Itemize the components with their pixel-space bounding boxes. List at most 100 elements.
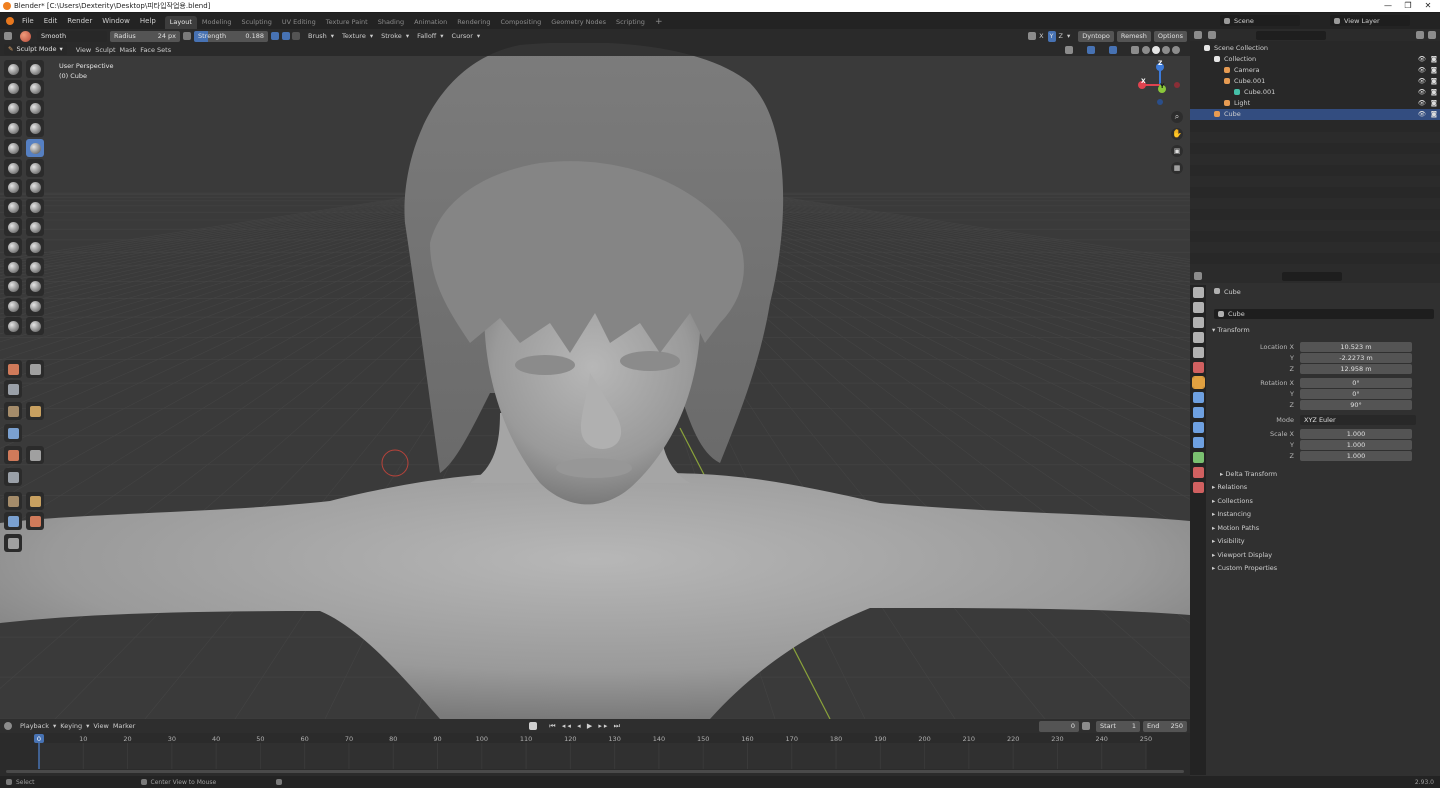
xray-toggle-icon[interactable] <box>1131 45 1139 54</box>
visibility-eye-icon[interactable]: 👁 <box>1418 98 1426 109</box>
multires-displacement-smear-icon[interactable] <box>26 360 44 378</box>
outliner-search-input[interactable] <box>1256 30 1326 40</box>
tab-sculpting[interactable]: Sculpting <box>236 16 276 29</box>
mesh-filter-tool-icon[interactable] <box>4 492 22 510</box>
properties-tab-9-icon[interactable] <box>1192 422 1204 433</box>
grab-brush-icon[interactable] <box>26 198 44 217</box>
stroke-menu[interactable]: Stroke <box>381 32 402 40</box>
properties-tab-2-icon[interactable] <box>1192 317 1204 328</box>
brush-name-field[interactable]: Smooth <box>37 30 107 42</box>
slide-relax-brush-icon[interactable] <box>4 277 22 296</box>
timeline-ruler[interactable]: 10 20 30 40 50 60 70 80 90 100 110 120 130 140 150 160 1… <box>0 733 1190 776</box>
close-button[interactable]: ✕ <box>1418 0 1438 12</box>
panel-motion-paths[interactable]: ▸ Motion Paths <box>1212 524 1259 532</box>
tab-layout[interactable]: Layout <box>164 15 197 29</box>
timeline-scrollbar[interactable] <box>6 770 1184 773</box>
properties-tab-13-icon[interactable] <box>1192 482 1204 493</box>
overlay-toggle-icon[interactable] <box>1109 45 1117 54</box>
symmetry-y-toggle[interactable]: Y <box>1047 30 1056 42</box>
shading-wireframe-icon[interactable] <box>1142 45 1150 54</box>
menu-file[interactable]: File <box>17 13 39 29</box>
box-face-set-tool-icon[interactable] <box>4 446 22 464</box>
rotate-brush-icon[interactable] <box>26 258 44 276</box>
tab-animation[interactable]: Animation <box>409 16 452 29</box>
shading-rendered-icon[interactable] <box>1172 45 1180 54</box>
delta-transform-panel[interactable]: ▸ Delta Transform <box>1220 470 1277 478</box>
rotation-mode-dropdown[interactable]: XYZ Euler <box>1300 415 1416 425</box>
brush-preview-icon[interactable] <box>20 30 31 42</box>
outliner-row[interactable]: Scene Collection <box>1190 43 1440 54</box>
pinch-brush-icon[interactable] <box>4 198 22 217</box>
clay-thumb-brush-icon[interactable] <box>4 99 22 118</box>
new-collection-icon[interactable] <box>1428 31 1436 39</box>
cloth-filter-tool-icon[interactable] <box>26 492 44 510</box>
menu-edit[interactable]: Edit <box>39 13 63 29</box>
properties-tab-3-icon[interactable] <box>1192 332 1204 343</box>
box-mask-tool-icon[interactable] <box>26 402 44 420</box>
radius-slider[interactable]: Radius 24 px <box>110 30 180 42</box>
render-toggle-icon[interactable]: ◙ <box>1431 65 1437 76</box>
panel-visibility[interactable]: ▸ Visibility <box>1212 537 1245 545</box>
preview-range-icon[interactable] <box>1082 722 1090 730</box>
scrape-brush-icon[interactable] <box>4 178 22 197</box>
thumb-brush-icon[interactable] <box>4 238 22 257</box>
tab-texture-paint[interactable]: Texture Paint <box>321 16 373 29</box>
add-workspace-button[interactable]: + <box>650 16 668 29</box>
properties-search-input[interactable] <box>1282 271 1342 281</box>
playback-controls[interactable]: ⏮ ◂◂ ◂ ▶ ▸▸ ⏭ <box>549 722 622 731</box>
timeline-editor-icon[interactable] <box>4 722 12 730</box>
filter-icon[interactable] <box>1416 31 1424 39</box>
paint-brush-icon[interactable] <box>4 380 22 398</box>
display-mode-icon[interactable] <box>1208 31 1216 39</box>
properties-tab-5-icon[interactable] <box>1192 362 1204 373</box>
shading-solid-icon[interactable] <box>1152 45 1160 54</box>
viewport-view-menu[interactable]: View <box>76 46 91 54</box>
outliner-row[interactable]: Cube.001 👁 ◙ <box>1190 76 1440 87</box>
brush-menu[interactable]: Brush <box>308 32 327 40</box>
multiplane-scrape-brush-icon[interactable] <box>26 178 44 197</box>
outliner-row[interactable]: Camera 👁 ◙ <box>1190 65 1440 76</box>
viewport-sculpt-menu[interactable]: Sculpt <box>95 46 115 54</box>
texture-menu[interactable]: Texture <box>342 32 366 40</box>
color-filter-tool-icon[interactable] <box>4 512 22 530</box>
properties-tab-6-icon[interactable] <box>1191 376 1205 389</box>
strength-pressure-icon[interactable] <box>271 32 279 40</box>
box-trim-tool-icon[interactable] <box>26 446 44 464</box>
cursor-menu[interactable]: Cursor <box>452 32 473 40</box>
scene-field[interactable]: Scene <box>1220 15 1300 26</box>
outliner-row[interactable]: Collection 👁 ◙ <box>1190 54 1440 65</box>
visibility-eye-icon[interactable]: 👁 <box>1418 65 1426 76</box>
visibility-eye-icon[interactable]: 👁 <box>1418 76 1426 87</box>
viewport-face-sets-menu[interactable]: Face Sets <box>140 46 171 54</box>
properties-tab-11-icon[interactable] <box>1192 452 1204 463</box>
edit-face-set-tool-icon[interactable] <box>26 512 44 530</box>
panel-instancing[interactable]: ▸ Instancing <box>1212 510 1251 518</box>
menu-render[interactable]: Render <box>62 13 97 29</box>
maximize-button[interactable]: ❐ <box>1398 0 1418 12</box>
outliner-row[interactable]: Light 👁 ◙ <box>1190 98 1440 109</box>
boundary-brush-icon[interactable] <box>26 277 44 296</box>
render-toggle-icon[interactable]: ◙ <box>1431 76 1437 87</box>
tab-uv-editing[interactable]: UV Editing <box>277 16 321 29</box>
rotation-x-field[interactable]: 0° <box>1300 378 1412 388</box>
draw-face-sets-brush-icon[interactable] <box>26 317 44 336</box>
scale-x-field[interactable]: 1.000 <box>1300 429 1412 439</box>
mask-brush-icon[interactable] <box>4 317 22 336</box>
menu-window[interactable]: Window <box>97 13 135 29</box>
smooth-brush-icon[interactable] <box>26 139 44 158</box>
outliner-row[interactable]: Cube.001 👁 ◙ <box>1190 87 1440 98</box>
outliner-editor-icon[interactable] <box>1194 31 1202 39</box>
panel-custom-properties[interactable]: ▸ Custom Properties <box>1212 564 1277 572</box>
tab-shading[interactable]: Shading <box>373 16 409 29</box>
object-name-field[interactable]: Cube <box>1214 309 1434 319</box>
mask-by-color-tool-icon[interactable] <box>4 534 22 552</box>
outliner-row[interactable]: Cube 👁 ◙ <box>1190 109 1440 120</box>
scale-y-field[interactable]: 1.000 <box>1300 440 1412 450</box>
pose-brush-icon[interactable] <box>26 238 44 257</box>
properties-tab-1-icon[interactable] <box>1192 302 1204 313</box>
panel-collections[interactable]: ▸ Collections <box>1212 497 1253 505</box>
line-project-tool-icon[interactable] <box>4 468 22 486</box>
mode-selector[interactable]: ✎ Sculpt Mode ▾ <box>4 44 67 55</box>
options-menu[interactable]: Options <box>1153 30 1187 42</box>
keying-menu[interactable]: Keying <box>60 722 82 730</box>
